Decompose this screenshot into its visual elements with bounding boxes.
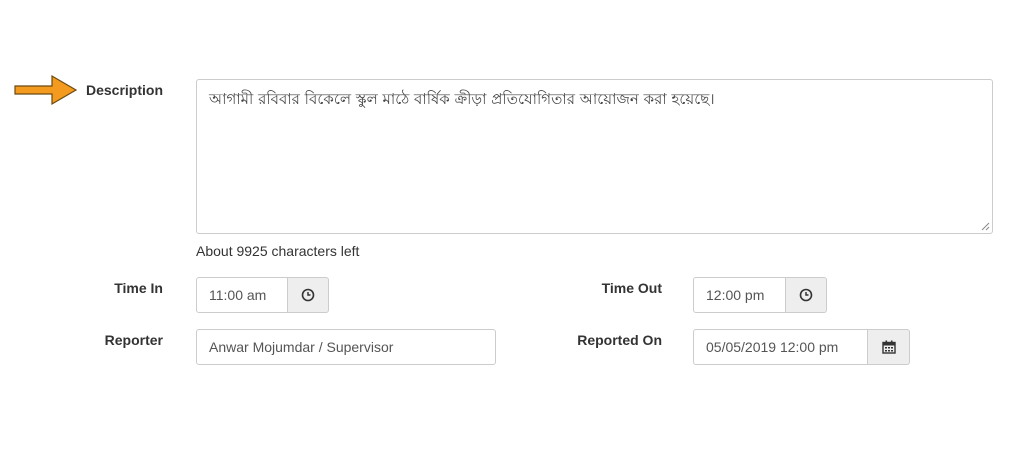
clock-icon [301, 288, 315, 302]
reported-on-group: 05/05/2019 12:00 pm [693, 329, 910, 365]
reported-on-label: Reported On [577, 332, 662, 348]
time-in-input[interactable]: 11:00 am [196, 277, 288, 313]
description-label: Description [85, 82, 163, 98]
reported-on-input[interactable]: 05/05/2019 12:00 pm [693, 329, 868, 365]
resize-handle-icon[interactable] [981, 222, 990, 231]
clock-icon [799, 288, 813, 302]
characters-left-text: About 9925 characters left [196, 243, 360, 259]
reporter-input[interactable]: Anwar Mojumdar / Supervisor [196, 329, 496, 365]
description-text: আগামী রবিবার বিকেলে স্কুল মাঠে বার্ষিক ক… [209, 90, 715, 108]
time-out-input[interactable]: 12:00 pm [693, 277, 786, 313]
calendar-icon [881, 340, 896, 354]
time-out-label: Time Out [601, 280, 662, 296]
time-in-group: 11:00 am [196, 277, 329, 313]
time-in-clock-button[interactable] [288, 277, 329, 313]
time-out-group: 12:00 pm [693, 277, 827, 313]
time-in-label: Time In [114, 280, 163, 296]
reporter-label: Reporter [104, 332, 163, 348]
time-out-clock-button[interactable] [786, 277, 827, 313]
reporter-group: Anwar Mojumdar / Supervisor [196, 329, 496, 365]
reported-on-calendar-button[interactable] [868, 329, 910, 365]
description-textarea[interactable]: আগামী রবিবার বিকেলে স্কুল মাঠে বার্ষিক ক… [196, 79, 993, 234]
